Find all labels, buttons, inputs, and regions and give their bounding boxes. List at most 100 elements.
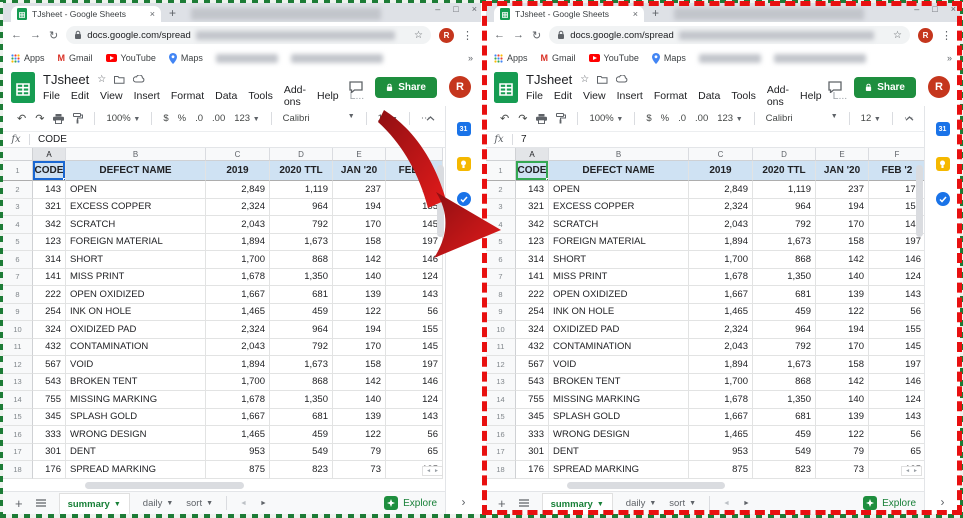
- cell-E15[interactable]: 139: [816, 409, 869, 427]
- row-header-9[interactable]: 9: [486, 304, 516, 322]
- row-header-14[interactable]: 14: [3, 391, 33, 409]
- cell-A6[interactable]: 314: [516, 251, 549, 269]
- cell-F10[interactable]: 155: [386, 321, 443, 339]
- cell-E8[interactable]: 139: [333, 286, 386, 304]
- menu-edit[interactable]: Edit: [71, 90, 89, 102]
- toolbar-collapse-icon[interactable]: [426, 116, 435, 121]
- cell-B9[interactable]: INK ON HOLE: [66, 304, 206, 322]
- minimize-button[interactable]: –: [435, 4, 440, 14]
- row-header-5[interactable]: 5: [3, 234, 33, 252]
- cell-C6[interactable]: 1,700: [206, 251, 270, 269]
- cell-D5[interactable]: 1,673: [270, 234, 333, 252]
- column-header-A[interactable]: A: [33, 148, 66, 161]
- cell-A11[interactable]: 432: [516, 339, 549, 357]
- cell-A4[interactable]: 342: [516, 216, 549, 234]
- reload-icon[interactable]: ↻: [49, 29, 58, 42]
- row-header-8[interactable]: 8: [3, 286, 33, 304]
- cell-B14[interactable]: MISSING MARKING: [549, 391, 689, 409]
- cell-D5[interactable]: 1,673: [753, 234, 816, 252]
- cell-B15[interactable]: SPLASH GOLD: [66, 409, 206, 427]
- address-bar[interactable]: docs.google.com/spread ☆: [66, 26, 431, 44]
- cell-B5[interactable]: FOREIGN MATERIAL: [66, 234, 206, 252]
- cell-D4[interactable]: 792: [270, 216, 333, 234]
- cell-F15[interactable]: 143: [386, 409, 443, 427]
- cell-E5[interactable]: 158: [816, 234, 869, 252]
- column-header-F[interactable]: F: [386, 148, 443, 161]
- bookmark-maps[interactable]: Maps: [169, 53, 203, 64]
- column-header-E[interactable]: E: [816, 148, 869, 161]
- cell-D2[interactable]: 1,119: [753, 181, 816, 199]
- cell-E3[interactable]: 194: [333, 199, 386, 217]
- cell-D16[interactable]: 459: [270, 426, 333, 444]
- cell-F17[interactable]: 65: [869, 444, 924, 462]
- cell-B9[interactable]: INK ON HOLE: [549, 304, 689, 322]
- cell-D13[interactable]: 868: [270, 374, 333, 392]
- row-header-6[interactable]: 6: [3, 251, 33, 269]
- sheet-tab-sort[interactable]: sort ▼: [186, 498, 213, 509]
- cell-D1[interactable]: 2020 TTL: [753, 161, 816, 181]
- cell-D12[interactable]: 1,673: [270, 356, 333, 374]
- row-header-9[interactable]: 9: [3, 304, 33, 322]
- cell-F17[interactable]: 65: [386, 444, 443, 462]
- cell-D8[interactable]: 681: [270, 286, 333, 304]
- cell-A13[interactable]: 543: [516, 374, 549, 392]
- cell-A4[interactable]: 342: [33, 216, 66, 234]
- cell-E11[interactable]: 170: [333, 339, 386, 357]
- sheet-nav-right-icon[interactable]: ►: [743, 500, 750, 507]
- bookmarks-overflow-icon[interactable]: »: [947, 53, 952, 63]
- cell-A15[interactable]: 345: [33, 409, 66, 427]
- row-header-14[interactable]: 14: [486, 391, 516, 409]
- cell-D4[interactable]: 792: [753, 216, 816, 234]
- cell-F9[interactable]: 56: [386, 304, 443, 322]
- menu-addons[interactable]: Add-ons: [767, 84, 789, 108]
- cell-A17[interactable]: 301: [516, 444, 549, 462]
- cell-D15[interactable]: 681: [270, 409, 333, 427]
- cell-A9[interactable]: 254: [516, 304, 549, 322]
- cell-E10[interactable]: 194: [816, 321, 869, 339]
- sheet-tab-daily[interactable]: daily ▼: [626, 498, 656, 509]
- cell-C16[interactable]: 1,465: [206, 426, 270, 444]
- sheet-tab-menu-icon[interactable]: ▼: [206, 500, 213, 507]
- format-currency-button[interactable]: $: [163, 113, 168, 124]
- cell-E14[interactable]: 140: [333, 391, 386, 409]
- cell-C14[interactable]: 1,678: [689, 391, 753, 409]
- cell-D10[interactable]: 964: [753, 321, 816, 339]
- font-select[interactable]: Calibri ▼: [766, 113, 838, 124]
- row-header-12[interactable]: 12: [3, 356, 33, 374]
- cell-C18[interactable]: 875: [689, 461, 753, 479]
- row-header-7[interactable]: 7: [3, 269, 33, 287]
- row-header-16[interactable]: 16: [3, 426, 33, 444]
- forward-icon[interactable]: →: [30, 29, 41, 41]
- comment-icon[interactable]: [349, 81, 363, 93]
- cell-E13[interactable]: 142: [816, 374, 869, 392]
- cell-B11[interactable]: CONTAMINATION: [549, 339, 689, 357]
- bookmark-gmail[interactable]: M Gmail: [58, 53, 93, 63]
- browser-tab[interactable]: TJsheet - Google Sheets ×: [11, 6, 161, 22]
- row-header-18[interactable]: 18: [486, 461, 516, 479]
- selected-cell[interactable]: CODE: [33, 161, 66, 181]
- side-panel-collapse-icon[interactable]: ›: [941, 495, 945, 509]
- cell-E15[interactable]: 139: [333, 409, 386, 427]
- cell-A11[interactable]: 432: [33, 339, 66, 357]
- bookmark-apps[interactable]: Apps: [494, 53, 528, 63]
- row-header-17[interactable]: 17: [486, 444, 516, 462]
- calendar-icon[interactable]: 31: [457, 122, 471, 136]
- new-tab-button[interactable]: +: [169, 6, 176, 20]
- cell-E2[interactable]: 237: [816, 181, 869, 199]
- increase-decimal-button[interactable]: .00: [695, 113, 708, 124]
- star-icon[interactable]: ☆: [580, 74, 589, 85]
- cell-E2[interactable]: 237: [333, 181, 386, 199]
- row-header-12[interactable]: 12: [486, 356, 516, 374]
- cell-B3[interactable]: EXCESS COPPER: [549, 199, 689, 217]
- cell-B6[interactable]: SHORT: [66, 251, 206, 269]
- side-panel-collapse-icon[interactable]: ›: [462, 495, 466, 509]
- cell-D16[interactable]: 459: [753, 426, 816, 444]
- menu-file[interactable]: File: [43, 90, 60, 102]
- menu-addons[interactable]: Add-ons: [284, 84, 306, 108]
- cell-E7[interactable]: 140: [333, 269, 386, 287]
- horizontal-scrollbar-thumb[interactable]: [567, 482, 725, 489]
- cell-A12[interactable]: 567: [33, 356, 66, 374]
- document-title[interactable]: TJsheet: [43, 72, 89, 87]
- decrease-decimal-button[interactable]: .0: [678, 113, 686, 124]
- paint-format-icon[interactable]: [73, 113, 83, 124]
